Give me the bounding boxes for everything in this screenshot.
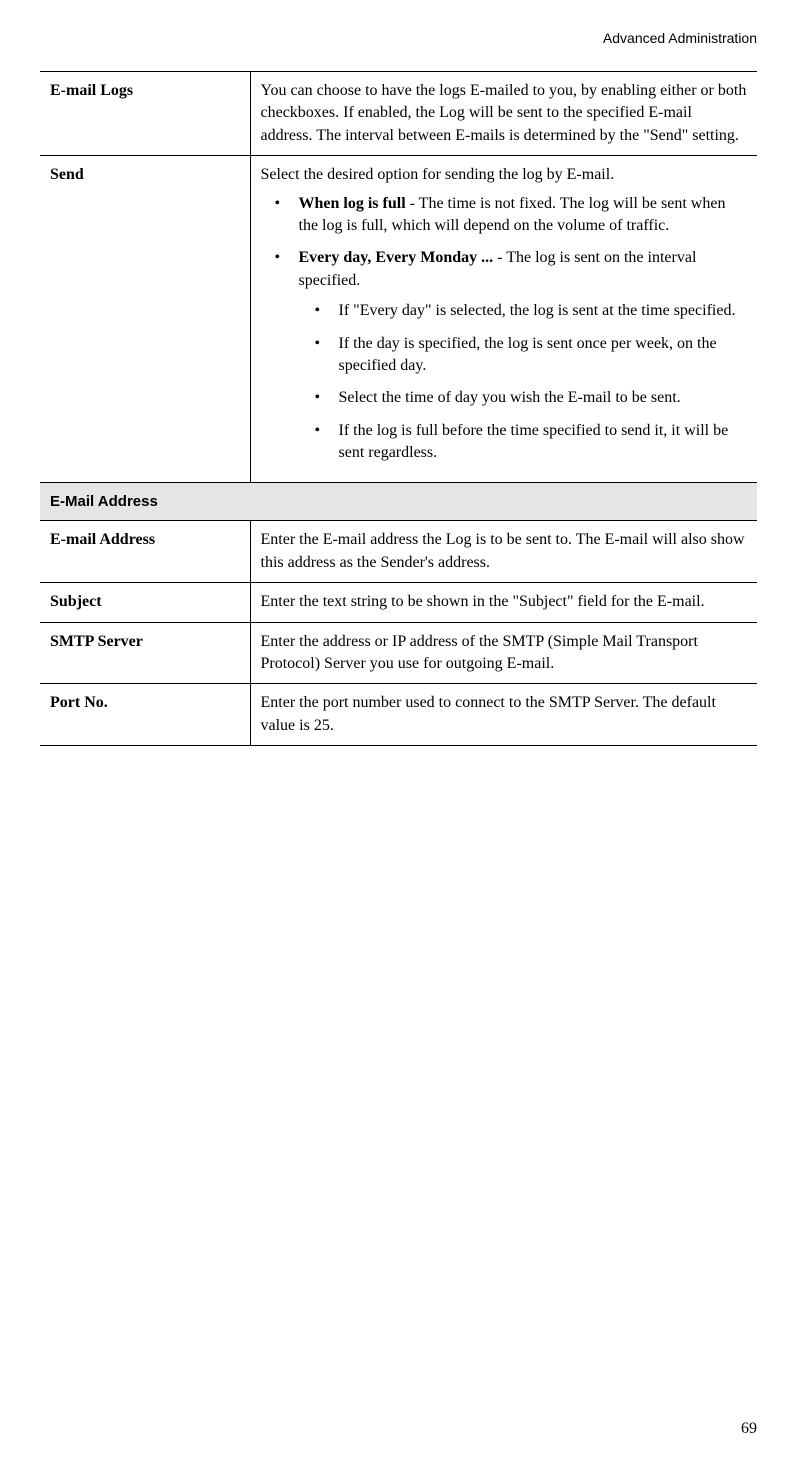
- row-description: Enter the text string to be shown in the…: [250, 583, 757, 622]
- bullet-bold: Every day, Every Monday ...: [299, 249, 494, 266]
- table-row: SMTP Server Enter the address or IP addr…: [40, 622, 757, 684]
- list-item: If the log is full before the time speci…: [299, 420, 748, 465]
- table-row: Subject Enter the text string to be show…: [40, 583, 757, 622]
- row-label: SMTP Server: [40, 622, 250, 684]
- send-sub-list: If "Every day" is selected, the log is s…: [299, 300, 748, 464]
- row-description: Enter the E-mail address the Log is to b…: [250, 521, 757, 583]
- table-row: Port No. Enter the port number used to c…: [40, 684, 757, 746]
- table-row: E-mail Logs You can choose to have the l…: [40, 72, 757, 156]
- row-label: E-mail Address: [40, 521, 250, 583]
- bullet-bold: When log is full: [299, 195, 406, 212]
- row-description: Select the desired option for sending th…: [250, 156, 757, 483]
- settings-table: E-mail Logs You can choose to have the l…: [40, 71, 757, 746]
- page-header: Advanced Administration: [40, 30, 757, 46]
- row-description: Enter the port number used to connect to…: [250, 684, 757, 746]
- table-row: Send Select the desired option for sendi…: [40, 156, 757, 483]
- list-item: When log is full - The time is not fixed…: [261, 193, 748, 238]
- list-item: If "Every day" is selected, the log is s…: [299, 300, 748, 322]
- list-item: Every day, Every Monday ... - The log is…: [261, 247, 748, 464]
- row-label: Send: [40, 156, 250, 483]
- section-header: E-Mail Address: [40, 483, 757, 521]
- send-intro: Select the desired option for sending th…: [261, 164, 748, 186]
- row-label: Port No.: [40, 684, 250, 746]
- row-description: Enter the address or IP address of the S…: [250, 622, 757, 684]
- row-description: You can choose to have the logs E-mailed…: [250, 72, 757, 156]
- table-row: E-mail Address Enter the E-mail address …: [40, 521, 757, 583]
- page-number: 69: [741, 1420, 757, 1438]
- send-bullet-list: When log is full - The time is not fixed…: [261, 193, 748, 465]
- list-item: If the day is specified, the log is sent…: [299, 333, 748, 378]
- row-label: E-mail Logs: [40, 72, 250, 156]
- row-label: Subject: [40, 583, 250, 622]
- list-item: Select the time of day you wish the E-ma…: [299, 387, 748, 409]
- table-row-section: E-Mail Address: [40, 483, 757, 521]
